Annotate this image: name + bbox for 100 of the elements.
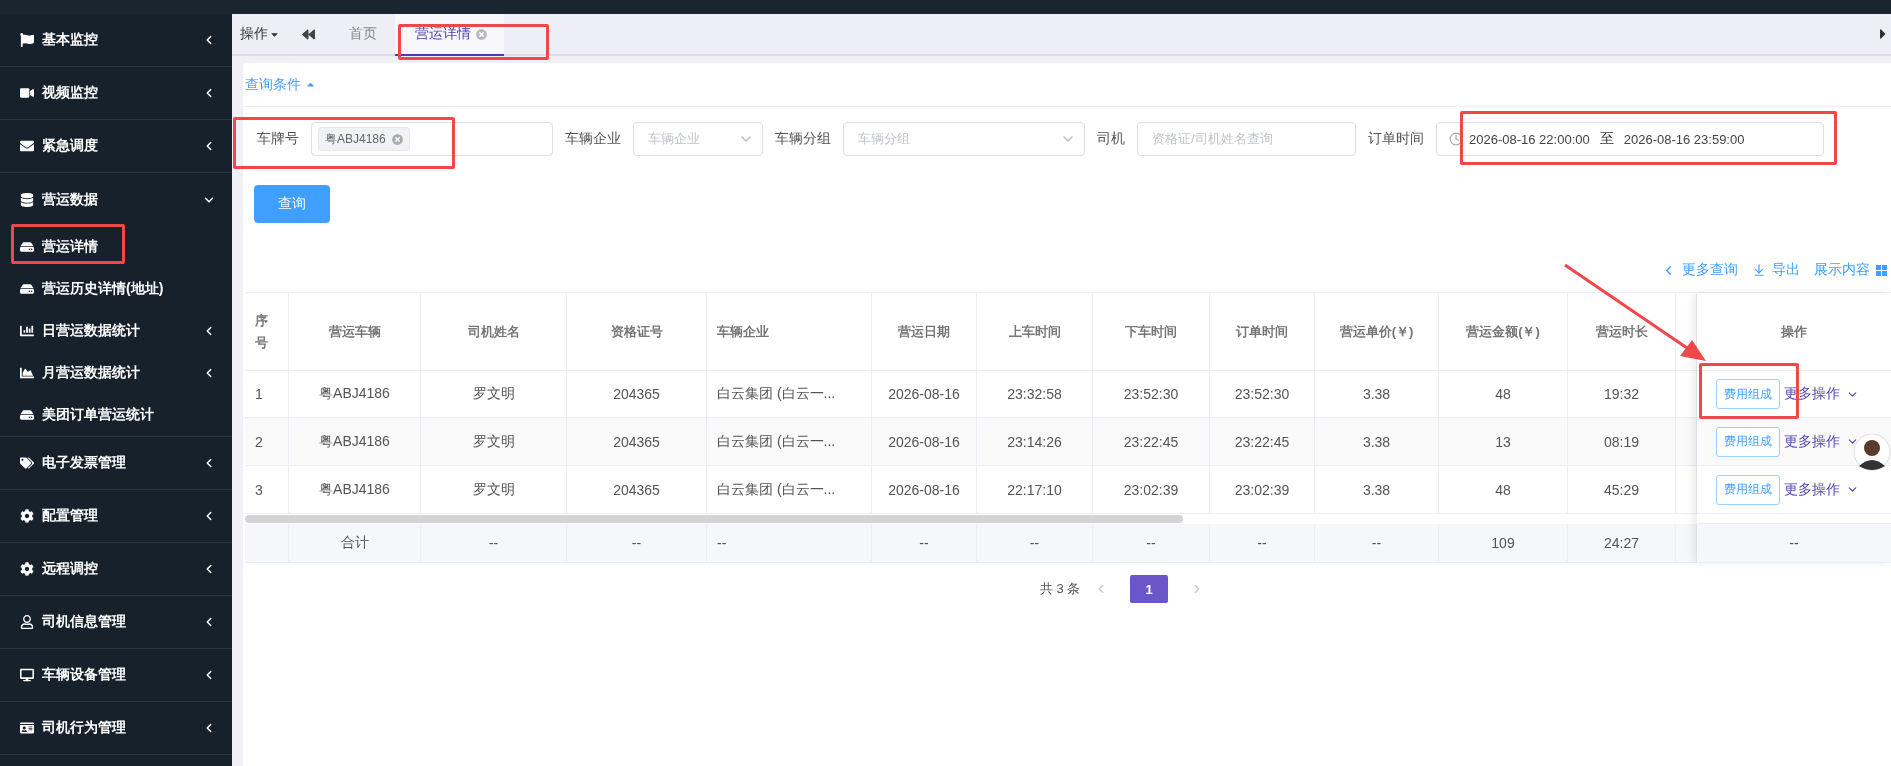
- column-header: 营运单价(￥): [1315, 293, 1439, 371]
- table-cell: 23:02:39: [1093, 466, 1210, 514]
- sidebar-label: 司机信息管理: [42, 613, 127, 631]
- table-cell: 白云集团 (白云一...: [707, 371, 872, 418]
- column-header: 下车时间: [1093, 293, 1210, 371]
- table-cell: 罗文明: [421, 371, 567, 418]
- total-cell: --: [421, 524, 567, 563]
- table-cell: 45:29: [1568, 466, 1676, 514]
- sidebar-item[interactable]: 视频监控: [0, 67, 232, 120]
- table-cell: 3.38: [1315, 466, 1439, 514]
- filter-label: 车牌号: [257, 130, 299, 148]
- sidebar-label: 视频监控: [42, 84, 99, 102]
- column-header: 序号: [245, 293, 289, 371]
- table-cell: 2026-08-16: [872, 371, 977, 418]
- table-cell: 罗文明: [421, 418, 567, 466]
- table-cell: 22:17:10: [977, 466, 1093, 514]
- filter-label: 司机: [1097, 130, 1125, 148]
- column-header: 司机姓名: [421, 293, 567, 371]
- table-cell: 白云集团 (白云一...: [707, 418, 872, 466]
- table-cell: 23:14:26: [977, 418, 1093, 466]
- total-cell: 合计: [289, 524, 421, 563]
- clock-icon: [1449, 132, 1463, 146]
- table-cell: 3: [245, 466, 289, 514]
- filter-label: 车辆企业: [565, 130, 621, 148]
- page-button[interactable]: 1: [1130, 575, 1169, 603]
- sidebar-item[interactable]: 司机行为管理: [0, 702, 232, 755]
- close-icon[interactable]: [476, 28, 487, 40]
- sidebar-subitem[interactable]: 营运详情: [0, 226, 232, 268]
- total-cell: --: [1697, 524, 1891, 563]
- table-cell: 23:22:45: [1210, 418, 1315, 466]
- more-actions-link[interactable]: 更多操作: [1783, 480, 1859, 499]
- avatar-icon[interactable]: [1853, 430, 1891, 474]
- filter-label: 车辆分组: [775, 130, 831, 148]
- more-actions-link[interactable]: 更多操作: [1783, 432, 1859, 451]
- total-cell: [1676, 524, 1697, 563]
- table-cell: 204365: [567, 418, 707, 466]
- total-cell: --: [977, 524, 1093, 563]
- table-cell: 2026-08-16: [872, 418, 977, 466]
- drive-icon: [20, 408, 34, 422]
- total-cell: --: [1315, 524, 1439, 563]
- table-cell: 3.38: [1315, 418, 1439, 466]
- column-header: 操作: [1697, 293, 1891, 371]
- sidebar-label: 紧急调度: [42, 137, 99, 155]
- plate-tag: 粤ABJ4186: [318, 127, 410, 151]
- database-icon: [20, 192, 34, 207]
- total-cell: --: [567, 524, 707, 563]
- table-cell: 23:52:30: [1093, 371, 1210, 418]
- column-header: 订单时间: [1210, 293, 1315, 371]
- grid-icon: [1876, 264, 1887, 276]
- total-cell: --: [872, 524, 977, 563]
- sidebar-item[interactable]: 远程调控: [0, 543, 232, 596]
- settings-icon: [20, 509, 34, 523]
- bar-chart-icon: [20, 324, 34, 338]
- filter-label: 订单时间: [1368, 130, 1424, 148]
- scrollbar-thumb[interactable]: [245, 515, 1183, 523]
- sidebar-item[interactable]: 基本监控: [0, 14, 232, 67]
- sidebar-item[interactable]: 配置管理: [0, 490, 232, 543]
- user-icon: [20, 615, 34, 629]
- table-cell: 粤ABJ4186: [289, 466, 421, 514]
- column-header: 营运时长: [1568, 293, 1676, 371]
- table-cell: 13: [1439, 418, 1568, 466]
- sidebar-subitem[interactable]: 美团订单营运统计: [0, 394, 232, 436]
- sidebar-item[interactable]: 营运数据: [0, 173, 232, 226]
- sidebar-subitem[interactable]: 营运历史详情(地址): [0, 268, 232, 310]
- sidebar-label: 日营运数据统计: [42, 322, 141, 340]
- column-header: 资格证号: [567, 293, 707, 371]
- close-icon[interactable]: [391, 133, 403, 145]
- table-cell: 48: [1439, 371, 1568, 418]
- download-icon: [1752, 263, 1766, 277]
- sidebar-subitem[interactable]: 日营运数据统计: [0, 310, 232, 352]
- total-cell: 109: [1439, 524, 1568, 563]
- column-header: 车辆企业: [707, 293, 872, 371]
- table-cell: 粤ABJ4186: [289, 371, 421, 418]
- sidebar-label: 营运历史详情(地址): [42, 280, 165, 298]
- sidebar-item[interactable]: 电子发票管理: [0, 437, 232, 490]
- table-cell: 白云集团 (白云一...: [707, 466, 872, 514]
- tab[interactable]: 营运详情: [395, 14, 504, 56]
- table-cell: 粤ABJ4186: [289, 418, 421, 466]
- sidebar-item[interactable]: 紧急调度: [0, 120, 232, 173]
- sidebar-subitem[interactable]: 月营运数据统计: [0, 352, 232, 394]
- plate-field[interactable]: 粤ABJ4186: [311, 122, 553, 156]
- table-cell: 204365: [567, 466, 707, 514]
- table-cell: 19:32: [1568, 371, 1676, 418]
- video-camera-icon: [20, 86, 34, 100]
- sidebar-item[interactable]: 车辆设备管理: [0, 649, 232, 702]
- settings-icon: [20, 562, 34, 576]
- table-cell: 2: [245, 418, 289, 466]
- date-range-field[interactable]: 2026-08-16 22:00:00 至 2026-08-16 23:59:00: [1436, 122, 1824, 156]
- operations-menu[interactable]: 操作: [232, 14, 288, 54]
- sidebar-label: 配置管理: [42, 507, 99, 525]
- table-cell: 23:02:39: [1210, 466, 1315, 514]
- total-cell: --: [1093, 524, 1210, 563]
- sidebar-label: 电子发票管理: [42, 454, 127, 472]
- table-cell: 48: [1439, 466, 1568, 514]
- table-cell: 3.38: [1315, 371, 1439, 418]
- column-header: 营运日期: [872, 293, 977, 371]
- sidebar-item[interactable]: 司机信息管理: [0, 596, 232, 649]
- table-cell: 23:52:30: [1210, 371, 1315, 418]
- column-header: 上车时间: [977, 293, 1093, 371]
- more-actions-link[interactable]: 更多操作: [1783, 385, 1859, 403]
